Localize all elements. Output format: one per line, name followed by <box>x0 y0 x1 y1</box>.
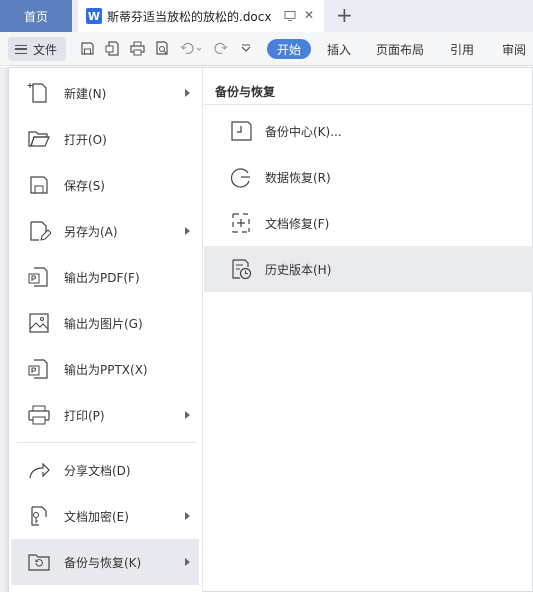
customize-toolbar-icon[interactable] <box>240 41 255 56</box>
print-icon <box>27 403 51 427</box>
ribbon-tab-start[interactable]: 开始 <box>267 39 311 59</box>
submenu-item-label: 数据恢复(R) <box>265 171 331 185</box>
menu-item-label: 打开(O) <box>64 132 107 147</box>
menu-item-save-as[interactable]: 另存为(A) <box>11 208 199 254</box>
menu-item-export-pdf[interactable]: 输出为PDF(F) <box>11 254 199 300</box>
submenu-item-data-recovery[interactable]: 数据恢复(R) <box>204 154 533 200</box>
export-pptx-icon <box>27 357 51 381</box>
save-icon[interactable] <box>80 41 95 56</box>
submenu-item-history-version[interactable]: 历史版本(H) <box>204 246 533 292</box>
menu-item-label: 另存为(A) <box>64 224 118 239</box>
menu-item-label: 输出为图片(G) <box>64 316 143 331</box>
home-tab[interactable]: 首页 <box>0 0 72 32</box>
menu-item-label: 备份与恢复(K) <box>64 555 142 570</box>
toolbar: 文件 开始 插入 页面布局 引用 审阅 <box>0 32 533 66</box>
menu-item-open[interactable]: 打开(O) <box>11 116 199 162</box>
save-icon <box>27 173 51 197</box>
print-icon[interactable] <box>130 41 145 56</box>
menu-item-share[interactable]: 分享文档(D) <box>11 447 199 493</box>
file-menu-label: 文件 <box>33 42 58 57</box>
backup-center-icon <box>229 119 253 143</box>
menu-item-export-pptx[interactable]: 输出为PPTX(X) <box>11 346 199 392</box>
menu-item-label: 文档加密(E) <box>64 509 129 524</box>
backup-restore-icon <box>27 550 51 574</box>
submenu-arrow-icon <box>185 512 190 520</box>
menu-divider <box>17 442 197 443</box>
menu-item-save[interactable]: 保存(S) <box>11 162 199 208</box>
menu-item-label: 输出为PPTX(X) <box>64 362 148 377</box>
document-tab-title: 斯蒂芬适当放松的放松的.docx <box>107 9 272 24</box>
title-bar: 首页 W 斯蒂芬适当放松的放松的.docx ✕ + <box>0 0 533 32</box>
redo-icon[interactable] <box>213 41 228 56</box>
submenu-item-label: 历史版本(H) <box>265 263 332 277</box>
submenu-arrow-icon <box>185 89 190 97</box>
submenu-item-label: 备份中心(K)... <box>265 125 342 139</box>
menu-item-label: 分享文档(D) <box>64 463 131 478</box>
history-version-icon <box>229 257 253 281</box>
submenu-arrow-icon <box>185 227 190 235</box>
writer-doc-icon: W <box>86 8 102 24</box>
file-menu-dropdown: 新建(N) 打开(O) 保存(S) 另存为(A) 输出为PDF(F) 输出为图片… <box>8 67 533 592</box>
ribbon-tab-review[interactable]: 审阅 <box>502 41 526 58</box>
menu-item-print[interactable]: 打印(P) <box>11 392 199 438</box>
ribbon-tab-page-layout[interactable]: 页面布局 <box>376 41 424 58</box>
menu-item-label: 保存(S) <box>64 178 105 193</box>
document-tab[interactable]: W 斯蒂芬适当放松的放松的.docx ✕ <box>78 0 324 32</box>
menu-item-label: 打印(P) <box>64 408 105 423</box>
submenu-item-label: 文档修复(F) <box>265 217 330 231</box>
save-as-icon <box>27 219 51 243</box>
ribbon-tab-insert[interactable]: 插入 <box>327 41 351 58</box>
submenu-item-doc-repair[interactable]: 文档修复(F) <box>204 200 533 246</box>
new-tab-button[interactable]: + <box>336 4 353 26</box>
submenu-title: 备份与恢复 <box>215 85 276 99</box>
export-pdf-icon <box>27 265 51 289</box>
home-tab-label: 首页 <box>23 9 48 24</box>
menu-item-export-image[interactable]: 输出为图片(G) <box>11 300 199 346</box>
doc-repair-icon <box>229 211 253 235</box>
backup-restore-submenu: 备份与恢复 备份中心(K)... 数据恢复(R) 文档修复(F) 历史版本(H) <box>204 68 533 592</box>
menu-item-backup-restore[interactable]: 备份与恢复(K) <box>11 539 199 585</box>
export-pdf-icon[interactable] <box>105 41 120 56</box>
ribbon-tab-references[interactable]: 引用 <box>450 41 474 58</box>
menu-item-label: 输出为PDF(F) <box>64 270 140 285</box>
menu-item-encrypt[interactable]: 文档加密(E) <box>11 493 199 539</box>
export-image-icon <box>27 311 51 335</box>
submenu-divider <box>204 104 533 105</box>
data-recovery-icon <box>229 165 253 189</box>
share-icon <box>27 458 51 482</box>
menu-item-new[interactable]: 新建(N) <box>11 70 199 116</box>
print-preview-icon[interactable] <box>155 41 170 56</box>
hamburger-icon <box>15 44 27 54</box>
file-menu-button[interactable]: 文件 <box>8 37 66 61</box>
new-doc-icon <box>27 81 51 105</box>
encrypt-doc-icon <box>27 504 51 528</box>
submenu-item-backup-center[interactable]: 备份中心(K)... <box>204 108 533 154</box>
submenu-arrow-icon <box>185 411 190 419</box>
ribbon-tab-label: 开始 <box>276 42 301 57</box>
submenu-arrow-icon <box>185 558 190 566</box>
float-window-icon[interactable] <box>284 10 296 22</box>
folder-open-icon <box>27 127 51 151</box>
menu-item-label: 新建(N) <box>64 86 107 101</box>
file-menu-list: 新建(N) 打开(O) 保存(S) 另存为(A) 输出为PDF(F) 输出为图片… <box>9 68 203 592</box>
undo-icon[interactable] <box>180 41 202 56</box>
close-tab-icon[interactable]: ✕ <box>304 8 314 22</box>
